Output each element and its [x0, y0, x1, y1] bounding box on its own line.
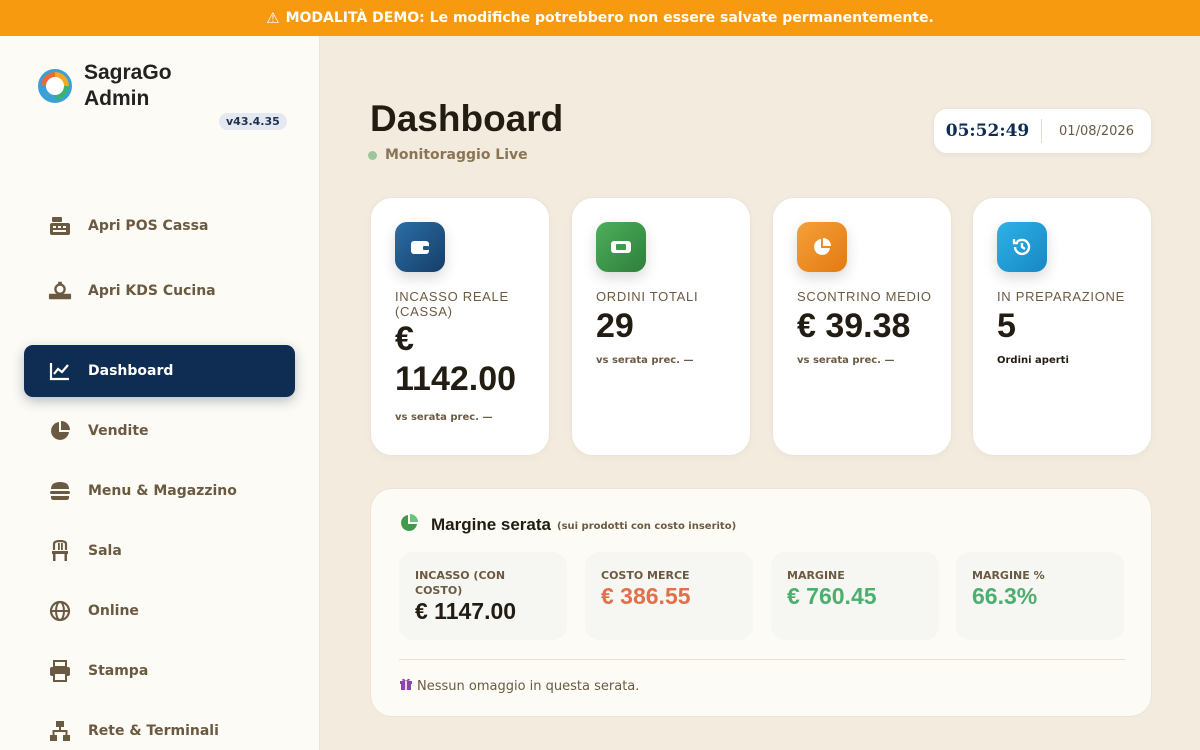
- pie-chart-icon: [399, 513, 419, 537]
- margin-subtitle: (sui prodotti con costo inserito): [557, 521, 737, 532]
- stat-label: ORDINI TOTALI: [596, 289, 699, 304]
- margin-box-value: € 1147.00: [415, 598, 517, 624]
- gift-icon: [399, 677, 413, 695]
- stat-sub: vs serata prec. —: [596, 355, 694, 366]
- stat-card-scontrino: SCONTRINO MEDIO € 39.38 vs serata prec. …: [772, 197, 952, 456]
- margin-box-incasso: INCASSO (CON COSTO) € 1147.00: [399, 552, 567, 640]
- stat-value: € 1142.00: [395, 320, 517, 398]
- cash-register-icon: [48, 214, 72, 238]
- demo-banner: ⚠ MODALITÀ DEMO: Le modifiche potrebbero…: [0, 0, 1200, 36]
- stat-sub: vs serata prec. —: [395, 412, 493, 423]
- margin-header: Margine serata (sui prodotti con costo i…: [399, 513, 736, 537]
- chair-icon: [48, 539, 72, 563]
- stat-card-preparazione: IN PREPARAZIONE 5 Ordini aperti: [972, 197, 1152, 456]
- clock-widget: 05:52:49 01/08/2026: [933, 108, 1152, 154]
- demo-banner-text: MODALITÀ DEMO: Le modifiche potrebbero n…: [285, 10, 934, 26]
- live-status: Monitoraggio Live: [368, 147, 528, 163]
- sidebar-item-label: Vendite: [88, 423, 149, 439]
- margin-box-label: COSTO MERCE: [601, 569, 690, 582]
- brand-title: SagraGo Admin: [84, 61, 172, 110]
- stat-label: INCASSO REALE (CASSA): [395, 289, 509, 319]
- printer-icon: [48, 659, 72, 683]
- margin-box-label: MARGINE %: [972, 569, 1045, 582]
- margin-box-value: € 386.55: [601, 583, 691, 609]
- ticket-icon: [596, 222, 646, 272]
- stat-label: IN PREPARAZIONE: [997, 289, 1126, 304]
- margin-box-label: INCASSO (CON COSTO): [415, 569, 506, 597]
- sidebar-item-label: Sala: [88, 543, 122, 559]
- wallet-icon: [395, 222, 445, 272]
- sidebar-item-label: Stampa: [88, 663, 149, 679]
- version-badge: v43.4.35: [219, 113, 287, 130]
- warning-icon: ⚠: [266, 9, 280, 27]
- network-icon: [48, 719, 72, 743]
- stat-value: 29: [596, 307, 634, 345]
- chart-line-icon: [48, 359, 72, 383]
- divider: [399, 659, 1125, 660]
- stat-label: SCONTRINO MEDIO: [797, 289, 932, 304]
- stat-card-ordini: ORDINI TOTALI 29 vs serata prec. —: [571, 197, 751, 456]
- sidebar-item-label: Dashboard: [88, 363, 174, 379]
- margin-panel: Margine serata (sui prodotti con costo i…: [370, 488, 1152, 717]
- brand: SagraGo Admin: [38, 60, 194, 112]
- sidebar-item-pos[interactable]: Apri POS Cassa: [24, 200, 295, 252]
- clock-time: 05:52:49: [945, 121, 1030, 141]
- globe-icon: [48, 599, 72, 623]
- sidebar-item-label: Online: [88, 603, 139, 619]
- sidebar-item-menu[interactable]: Menu & Magazzino: [24, 465, 295, 517]
- margin-box-percent: MARGINE % 66.3%: [956, 552, 1124, 640]
- sidebar-item-sala[interactable]: Sala: [24, 525, 295, 577]
- history-icon: [997, 222, 1047, 272]
- sidebar-item-rete[interactable]: Rete & Terminali: [24, 705, 295, 750]
- pie-chart-icon: [797, 222, 847, 272]
- sidebar-item-label: Apri POS Cassa: [88, 218, 209, 234]
- live-status-text: Monitoraggio Live: [385, 147, 528, 163]
- stat-sub: Ordini aperti: [997, 355, 1069, 366]
- margin-box-margine: MARGINE € 760.45: [771, 552, 939, 640]
- margin-box-value: 66.3%: [972, 583, 1038, 609]
- sidebar-item-online[interactable]: Online: [24, 585, 295, 637]
- margin-footer-text: Nessun omaggio in questa serata.: [417, 678, 640, 694]
- kitchen-icon: [48, 279, 72, 303]
- status-dot: [368, 150, 377, 160]
- stat-card-incasso: INCASSO REALE (CASSA) € 1142.00 vs serat…: [370, 197, 550, 456]
- margin-footer: Nessun omaggio in questa serata.: [399, 677, 639, 695]
- margin-box-costo: COSTO MERCE € 386.55: [585, 552, 753, 640]
- sidebar-item-label: Rete & Terminali: [88, 723, 219, 739]
- sidebar-item-label: Apri KDS Cucina: [88, 283, 216, 299]
- margin-box-value: € 760.45: [787, 583, 877, 609]
- clock-date: 01/08/2026: [1059, 123, 1134, 139]
- page-title: Dashboard: [370, 98, 564, 139]
- sidebar-item-kds[interactable]: Apri KDS Cucina: [24, 265, 295, 317]
- sidebar-item-stampa[interactable]: Stampa: [24, 645, 295, 697]
- margin-title: Margine serata: [431, 515, 551, 534]
- stat-sub: vs serata prec. —: [797, 355, 895, 366]
- sidebar-item-label: Menu & Magazzino: [88, 483, 237, 499]
- margin-box-label: MARGINE: [787, 569, 845, 582]
- burger-icon: [48, 479, 72, 503]
- stat-value: € 39.38: [797, 307, 911, 345]
- sidebar-item-dashboard[interactable]: Dashboard: [24, 345, 295, 397]
- stat-value: 5: [997, 307, 1016, 345]
- sidebar-item-vendite[interactable]: Vendite: [24, 405, 295, 457]
- logo-icon: [38, 69, 72, 103]
- pie-chart-icon: [48, 419, 72, 443]
